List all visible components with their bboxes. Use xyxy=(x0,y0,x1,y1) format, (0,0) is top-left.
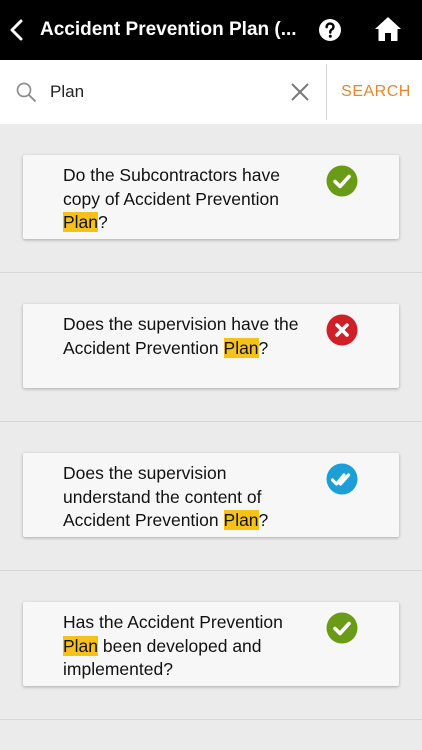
question-text: Has the Accident Prevention Plan been de… xyxy=(63,611,313,682)
search-highlight: Plan xyxy=(223,337,259,358)
question-card[interactable]: Has the Accident Prevention Plan been de… xyxy=(23,602,399,686)
search-highlight: Plan xyxy=(63,212,99,232)
back-arrow-icon[interactable] xyxy=(8,18,26,42)
cross-icon xyxy=(326,314,358,346)
question-text-part: ? xyxy=(258,337,269,358)
check-icon xyxy=(326,165,358,197)
double-check-icon xyxy=(326,463,358,495)
question-text-part: ? xyxy=(98,212,108,232)
clear-icon[interactable] xyxy=(289,81,311,103)
list-item: Does the supervision understand the cont… xyxy=(0,422,422,571)
check-icon xyxy=(326,612,358,644)
question-text: Does the supervision have the Accident P… xyxy=(63,313,313,360)
search-highlight: Plan xyxy=(223,510,259,530)
list-item: Does the supervision have the Accident P… xyxy=(0,273,422,422)
search-button[interactable]: SEARCH xyxy=(336,80,416,104)
home-icon[interactable] xyxy=(374,16,402,42)
search-input[interactable] xyxy=(50,79,280,105)
question-text-part: Has the Accident Prevention xyxy=(63,612,283,632)
question-list: Do the Subcontractors have copy of Accid… xyxy=(0,124,422,720)
question-card[interactable]: Does the supervision have the Accident P… xyxy=(23,304,399,388)
question-text: Do the Subcontractors have copy of Accid… xyxy=(63,164,313,235)
search-icon xyxy=(16,82,36,102)
question-text-part: Do the Subcontractors have copy of Accid… xyxy=(63,165,280,209)
question-card[interactable]: Does the supervision understand the cont… xyxy=(23,453,399,537)
page-title: Accident Prevention Plan (... xyxy=(40,19,297,40)
search-divider xyxy=(326,64,327,120)
list-item: Do the Subcontractors have copy of Accid… xyxy=(0,124,422,273)
question-text: Does the supervision understand the cont… xyxy=(63,462,313,533)
help-icon[interactable] xyxy=(318,18,342,42)
list-item: Has the Accident Prevention Plan been de… xyxy=(0,571,422,720)
search-highlight: Plan xyxy=(63,635,99,656)
search-bar: SEARCH xyxy=(0,60,422,124)
question-text-part: ? xyxy=(258,510,269,530)
header-bar: Accident Prevention Plan (... xyxy=(0,0,422,60)
question-card[interactable]: Do the Subcontractors have copy of Accid… xyxy=(23,155,399,239)
